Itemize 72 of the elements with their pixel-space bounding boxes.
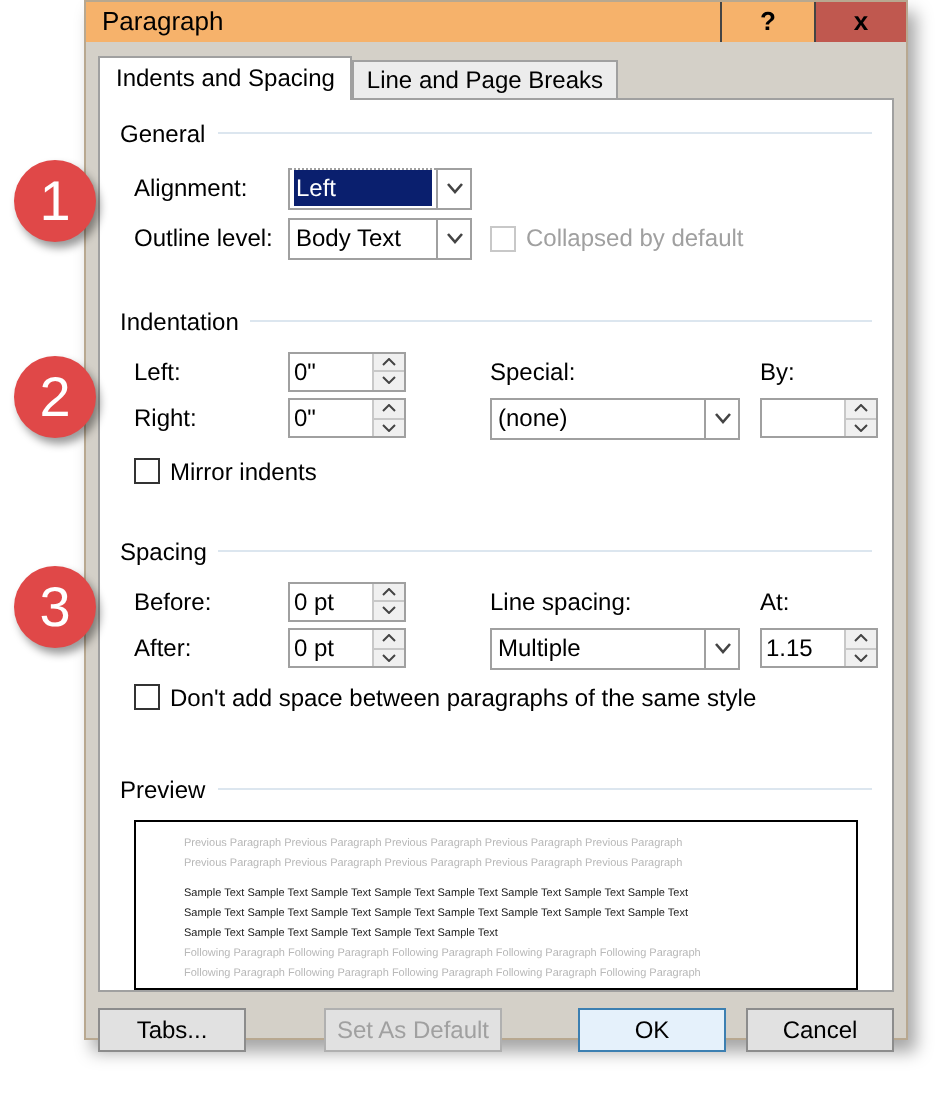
- dialog-button[interactable]: Tabs...: [98, 1007, 246, 1051]
- caret-down-icon: [382, 606, 396, 615]
- spin-up-button[interactable]: [374, 583, 404, 602]
- dropdown-value: (none): [496, 402, 570, 436]
- callout-badge: 2: [14, 356, 96, 438]
- spin-value: 0 pt: [294, 585, 335, 619]
- caret-up-icon: [382, 587, 396, 596]
- spin-field[interactable]: 0": [288, 351, 406, 391]
- field-label: Before:: [134, 585, 214, 619]
- spin-value: 0": [294, 355, 316, 389]
- caret-down-icon: [382, 423, 396, 432]
- dropdown[interactable]: Multiple: [490, 627, 740, 669]
- field-label: Left:: [134, 355, 183, 389]
- caret-up-icon: [854, 634, 868, 643]
- spin-up-button[interactable]: [374, 353, 404, 372]
- spin-field[interactable]: 0 pt: [288, 581, 406, 621]
- field-label: Alignment:: [134, 172, 250, 206]
- spin-up-button[interactable]: [846, 630, 876, 649]
- tab[interactable]: Line and Page Breaks: [352, 59, 618, 97]
- dropdown[interactable]: Left: [288, 167, 472, 209]
- dialog-button[interactable]: OK: [578, 1007, 726, 1051]
- dialog-button[interactable]: Cancel: [746, 1007, 894, 1051]
- caret-up-icon: [382, 404, 396, 413]
- window-title: Paragraph: [100, 4, 226, 40]
- chevron-down-icon: [445, 232, 463, 244]
- spin-value: 1.15: [766, 632, 813, 666]
- spin-field[interactable]: 1.15: [760, 628, 878, 668]
- caret-down-icon: [382, 653, 396, 662]
- spin-up-button[interactable]: [846, 400, 876, 419]
- caret-up-icon: [382, 357, 396, 366]
- spin-down-button[interactable]: [374, 602, 404, 619]
- checkbox-label: Don't add space between paragraphs of the same style: [170, 681, 757, 715]
- field-label: At:: [760, 585, 792, 619]
- caret-down-icon: [854, 423, 868, 432]
- chevron-down-icon: [713, 642, 731, 654]
- checkbox-label: Collapsed by default: [526, 222, 744, 256]
- callout-badge: 1: [14, 160, 96, 242]
- spin-value: 0": [294, 402, 316, 436]
- spin-field[interactable]: 0 pt: [288, 628, 406, 668]
- chevron-down-icon: [445, 182, 463, 194]
- dropdown-value: Body Text: [294, 222, 403, 256]
- section-heading: General: [120, 117, 206, 151]
- field-label: Special:: [490, 355, 578, 389]
- dropdown[interactable]: Body Text: [288, 217, 472, 259]
- caret-down-icon: [382, 376, 396, 385]
- dropdown[interactable]: (none): [490, 397, 740, 439]
- caret-down-icon: [854, 653, 868, 662]
- checkbox-label: Mirror indents: [170, 455, 317, 489]
- field-label: Outline level:: [134, 222, 275, 256]
- spin-down-button[interactable]: [374, 372, 404, 389]
- caret-up-icon: [854, 404, 868, 413]
- section-heading: Indentation: [120, 305, 239, 339]
- field-label: After:: [134, 632, 194, 666]
- dropdown-value: Left: [294, 170, 432, 206]
- spin-up-button[interactable]: [374, 400, 404, 419]
- spin-field[interactable]: [760, 398, 878, 438]
- callout-badge: 3: [14, 566, 96, 648]
- field-label: By:: [760, 355, 797, 389]
- dropdown-value: Multiple: [496, 632, 583, 666]
- close-button[interactable]: x: [814, 2, 906, 41]
- spin-field[interactable]: 0": [288, 398, 406, 438]
- chevron-down-icon: [713, 412, 731, 424]
- field-label: Right:: [134, 402, 199, 436]
- section-heading: Spacing: [120, 535, 207, 569]
- checkbox[interactable]: [134, 684, 160, 710]
- caret-up-icon: [382, 634, 396, 643]
- tab[interactable]: Indents and Spacing: [98, 55, 353, 99]
- checkbox[interactable]: [134, 458, 160, 484]
- section-heading: Preview: [120, 773, 206, 807]
- spin-up-button[interactable]: [374, 630, 404, 649]
- field-label: Line spacing:: [490, 585, 634, 619]
- spin-value: 0 pt: [294, 632, 335, 666]
